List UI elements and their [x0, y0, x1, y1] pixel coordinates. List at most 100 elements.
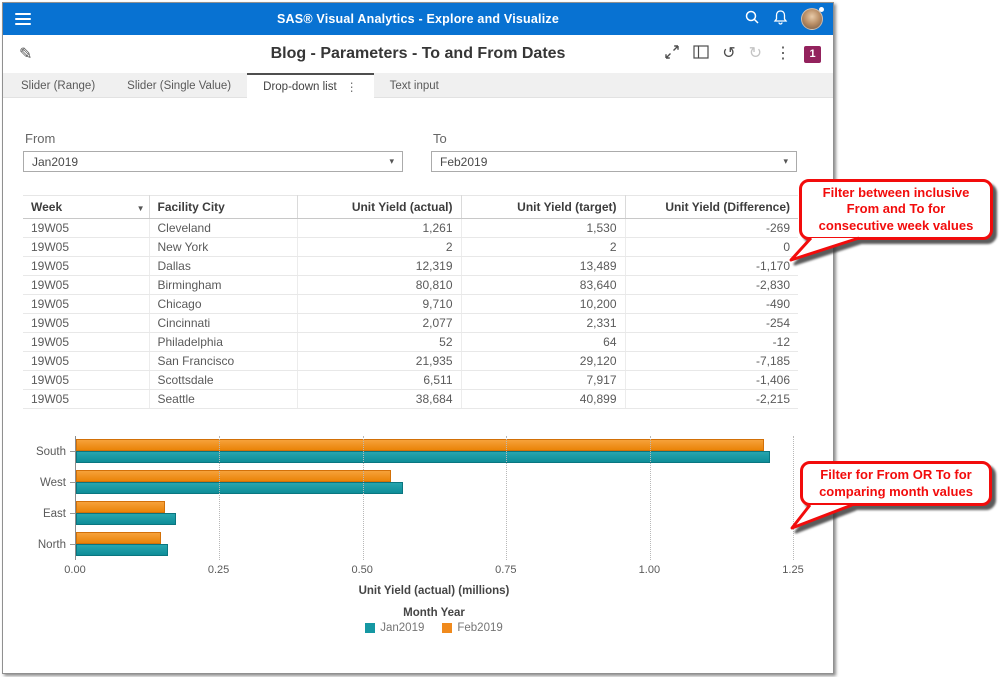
table-cell: 52: [297, 332, 462, 352]
chart-plot: [75, 436, 794, 560]
table-cell: -7,185: [625, 351, 798, 371]
table-cell: 19W05: [23, 237, 150, 257]
table-row[interactable]: 19W05 Birmingham 80,810 83,640 -2,830: [23, 275, 798, 295]
table-cell: 19W05: [23, 275, 150, 295]
x-tick-label: 0.25: [207, 564, 230, 576]
tab-slider-single-value[interactable]: Slider (Single Value): [111, 73, 247, 97]
undo-icon[interactable]: ↺: [722, 46, 735, 62]
table-cell: 19W05: [23, 332, 150, 352]
table-cell: 19W05: [23, 256, 150, 276]
callout-week-filter: Filter between inclusive From and To for…: [787, 179, 995, 267]
table-row[interactable]: 19W05 Scottsdale 6,511 7,917 -1,406: [23, 370, 798, 390]
table-cell: 12,319: [297, 256, 462, 276]
user-avatar[interactable]: [801, 7, 824, 30]
legend-item-jan2019[interactable]: Jan2019: [365, 622, 424, 634]
table-cell: Dallas: [149, 256, 298, 276]
table-cell: 19W05: [23, 313, 150, 333]
column-header[interactable]: Unit Yield (actual): [297, 195, 462, 219]
table-cell: Birmingham: [149, 275, 298, 295]
callout-tail: [790, 503, 853, 530]
table-cell: -1,406: [625, 370, 798, 390]
table-header: Week ▼ Facility City Unit Yield (actual) Uni…: [23, 195, 798, 219]
table-cell: 19W05: [23, 370, 150, 390]
expand-icon[interactable]: [664, 44, 680, 65]
table-row[interactable]: 19W05 Cleveland 1,261 1,530 -269: [23, 218, 798, 238]
table-cell: 83,640: [461, 275, 626, 295]
tab-bar: Slider (Range) Slider (Single Value) Dro…: [3, 73, 833, 98]
bar-jan2019-east[interactable]: [76, 513, 177, 525]
side-panel-icon[interactable]: [693, 44, 709, 64]
table-cell: Chicago: [149, 294, 298, 314]
callout-month-filter: Filter for From OR To for comparing mont…: [788, 461, 996, 535]
screenshot-page: SAS® Visual Analytics - Explore and Visu…: [0, 0, 999, 677]
bar-jan2019-south[interactable]: [76, 451, 771, 463]
legend-label: Feb2019: [457, 622, 503, 634]
column-filter-icon[interactable]: ▼: [137, 204, 145, 213]
tab-kebab-icon[interactable]: ⋮: [346, 80, 358, 94]
x-tick-label: 0.50: [351, 564, 373, 576]
chevron-down-icon: ▾: [389, 156, 394, 166]
bar-feb2019-west[interactable]: [76, 470, 392, 482]
x-axis-ticks: 0.00 0.25 0.50 0.75 1.00 1.25: [64, 564, 803, 578]
bar-chart: South West East North 0.00 0.25 0.50 0.75 1.00 1…: [23, 423, 804, 653]
legend-item-feb2019[interactable]: Feb2019: [442, 622, 503, 634]
from-dropdown[interactable]: Jan2019 ▾: [23, 151, 403, 172]
bar-group: [76, 467, 793, 498]
data-table: Week ▼ Facility City Unit Yield (actual) Uni…: [23, 195, 798, 409]
table-row[interactable]: 19W05 Seattle 38,684 40,899 -2,215: [23, 389, 798, 409]
bar-jan2019-north[interactable]: [76, 544, 168, 556]
table-cell: 6,511: [297, 370, 462, 390]
table-cell: 10,200: [461, 294, 626, 314]
tab-drop-down-list[interactable]: Drop-down list ⋮: [247, 73, 374, 98]
table-cell: -2,215: [625, 389, 798, 409]
bar-jan2019-west[interactable]: [76, 482, 403, 494]
edit-pencil-icon[interactable]: ✎: [19, 44, 32, 64]
search-icon[interactable]: [744, 9, 760, 30]
from-label: From: [25, 131, 56, 146]
redo-icon[interactable]: ↻: [749, 46, 762, 62]
tab-slider-range[interactable]: Slider (Range): [5, 73, 111, 97]
category-label: East: [23, 498, 75, 529]
table-row[interactable]: 19W05 Chicago 9,710 10,200 -490: [23, 294, 798, 314]
menu-icon[interactable]: [15, 10, 31, 28]
column-header[interactable]: Week ▼: [23, 195, 150, 219]
bar-feb2019-east[interactable]: [76, 501, 165, 513]
table-cell: 19W05: [23, 218, 150, 238]
gridline: [362, 436, 364, 560]
table-row[interactable]: 19W05 Dallas 12,319 13,489 -1,170: [23, 256, 798, 276]
legend-title: Month Year: [403, 607, 465, 619]
table-cell: 19W05: [23, 294, 150, 314]
x-tick-label: 1.25: [782, 564, 804, 576]
column-header[interactable]: Facility City: [149, 195, 298, 219]
alert-count-badge[interactable]: 1: [804, 45, 821, 63]
to-dropdown[interactable]: Feb2019 ▾: [431, 151, 797, 172]
callout-bubble: Filter for From OR To for comparing mont…: [800, 461, 992, 506]
table-cell: Seattle: [149, 389, 298, 409]
table-cell: 9,710: [297, 294, 462, 314]
tab-text-input[interactable]: Text input: [374, 73, 455, 97]
bar-feb2019-south[interactable]: [76, 439, 765, 451]
table-row[interactable]: 19W05 Philadelphia 52 64 -12: [23, 332, 798, 352]
table-row[interactable]: 19W05 Cincinnati 2,077 2,331 -254: [23, 313, 798, 333]
bar-group: [76, 498, 793, 529]
report-toolbar: ✎ Blog - Parameters - To and From Dates …: [3, 35, 833, 73]
bar-feb2019-north[interactable]: [76, 532, 161, 544]
table-cell: -12: [625, 332, 798, 352]
table-cell: -269: [625, 218, 798, 238]
to-label: To: [433, 131, 447, 146]
column-header[interactable]: Unit Yield (Difference): [625, 195, 798, 219]
table-cell: 2,077: [297, 313, 462, 333]
column-header[interactable]: Unit Yield (target): [461, 195, 626, 219]
kebab-menu-icon[interactable]: ⋮: [775, 46, 791, 62]
table-row[interactable]: 19W05 San Francisco 21,935 29,120 -7,185: [23, 351, 798, 371]
gridline: [506, 436, 508, 560]
table-body: 19W05 Cleveland 1,261 1,530 -269 19W05 New Yor…: [23, 218, 798, 409]
gridline: [649, 436, 651, 560]
chart-categories: South West East North: [23, 436, 75, 560]
category-label: North: [23, 529, 75, 560]
table-cell: 40,899: [461, 389, 626, 409]
table-cell: New York: [149, 237, 298, 257]
bell-icon[interactable]: [773, 9, 788, 30]
table-row[interactable]: 19W05 New York 2 2 0: [23, 237, 798, 257]
table-cell: 29,120: [461, 351, 626, 371]
